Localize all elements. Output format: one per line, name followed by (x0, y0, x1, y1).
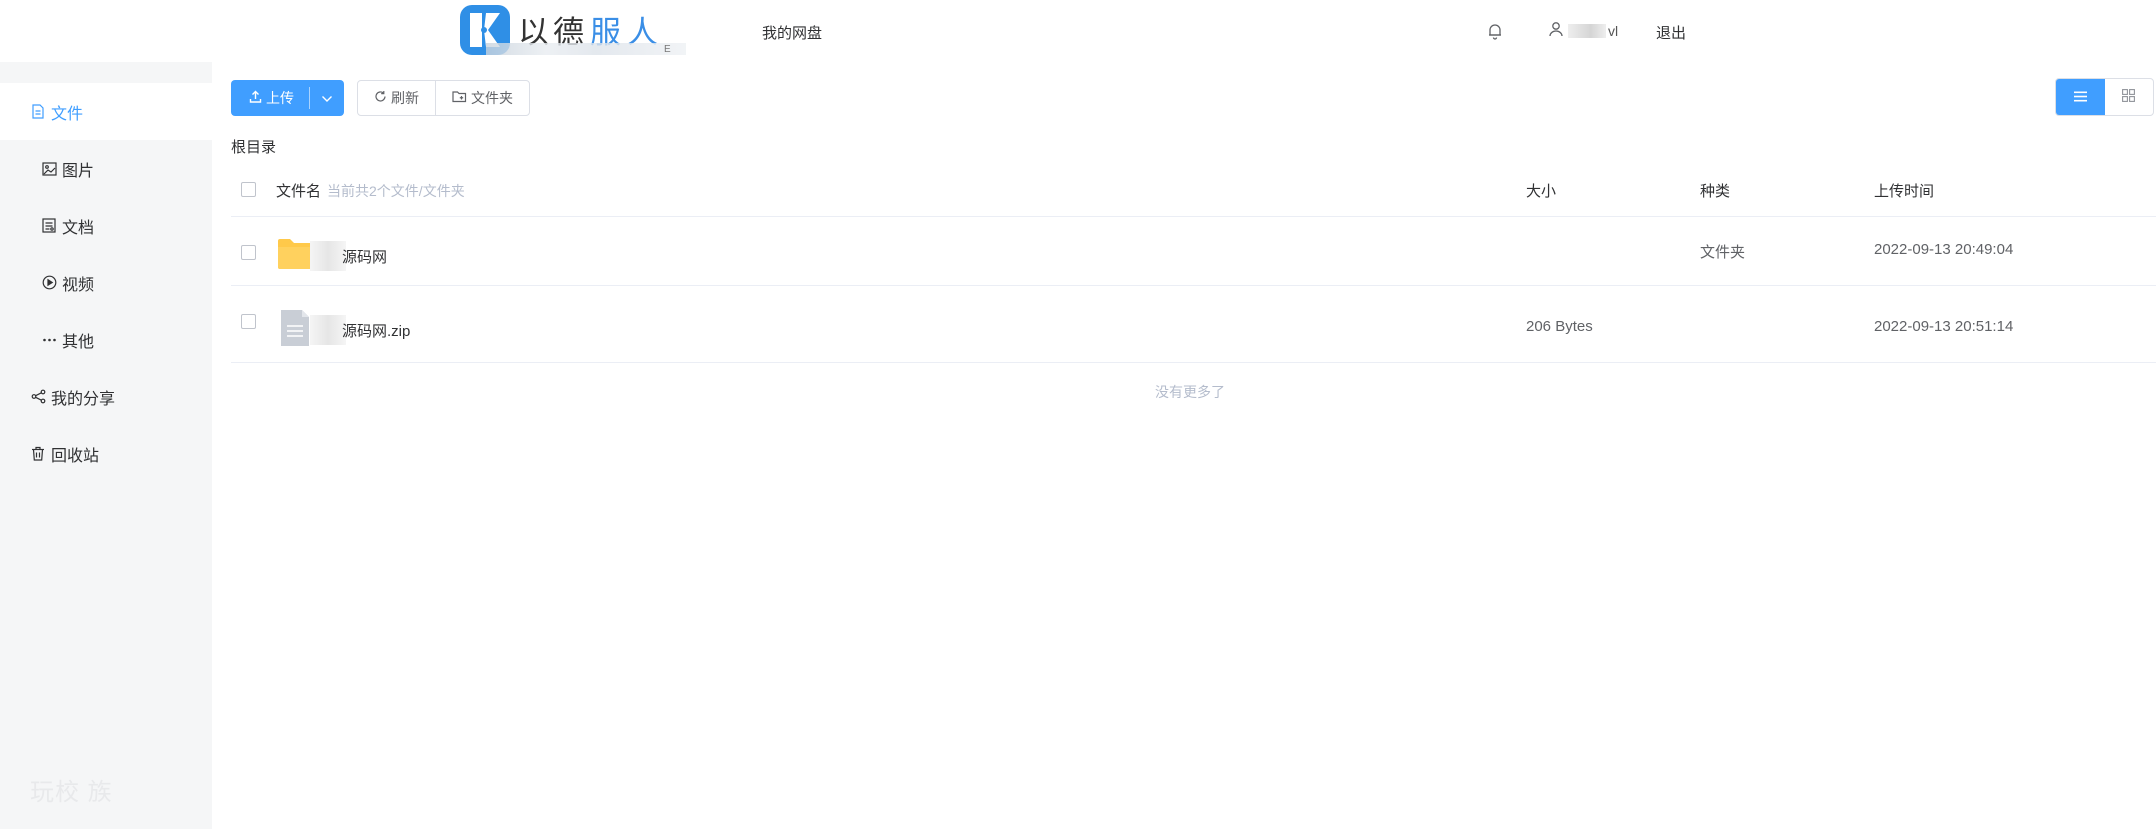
row-checkbox[interactable] (241, 245, 256, 260)
nav-my-netdisk[interactable]: 我的网盘 (762, 22, 822, 43)
file-zip-icon (276, 308, 314, 352)
sidebar-watermark: 玩校 族 (30, 779, 113, 806)
upload-main[interactable]: 上传 (231, 88, 309, 108)
sidebar-item-files[interactable]: 文件 (0, 83, 212, 140)
sidebar-item-my-share[interactable]: 我的分享 (0, 368, 212, 425)
upload-label: 上传 (266, 90, 294, 106)
file-icon (30, 104, 46, 120)
file-upload-time: 2022-09-13 20:49:04 (1874, 241, 2014, 258)
sidebar-item-recycle-bin[interactable]: 回收站 (0, 425, 212, 482)
file-name-redacted (310, 241, 346, 271)
sidebar-item-documents[interactable]: 文档 (0, 197, 212, 254)
user-menu[interactable]: vl (1548, 22, 1618, 40)
file-name: 源码网 (342, 248, 388, 266)
column-header-type[interactable]: 种类 (1700, 180, 1730, 201)
breadcrumb[interactable]: 根目录 (231, 136, 276, 157)
file-type: 文件夹 (1700, 244, 1746, 261)
refresh-button[interactable]: 刷新 (358, 81, 435, 115)
table-row[interactable]: 源码网 文件夹 2022-09-13 20:49:04 (231, 217, 2156, 286)
column-header-upload-time[interactable]: 上传时间 (1874, 180, 1934, 201)
trash-icon (30, 446, 46, 462)
file-name: 源码网.zip (342, 322, 411, 340)
file-name-cell[interactable]: 源码网.zip (276, 308, 410, 352)
view-mode-switch (2055, 78, 2154, 116)
grid-icon (2122, 88, 2136, 106)
sidebar-item-videos[interactable]: 视频 (0, 254, 212, 311)
folder-icon (276, 237, 314, 275)
list-icon (2073, 89, 2087, 106)
sidebar-item-images[interactable]: 图片 (0, 140, 212, 197)
sidebar-item-label: 视频 (62, 276, 95, 294)
video-icon (41, 275, 57, 291)
column-header-size[interactable]: 大小 (1526, 180, 1556, 201)
no-more-hint: 没有更多了 (1155, 384, 1225, 400)
list-view-button[interactable] (2056, 79, 2105, 115)
table-header: 文件名 当前共2个文件/文件夹 大小 种类 上传时间 (231, 162, 2156, 217)
sidebar-item-label: 文档 (62, 219, 95, 237)
image-icon (41, 161, 57, 177)
share-icon (30, 389, 46, 405)
sidebar-item-label: 图片 (62, 162, 95, 180)
bell-icon[interactable] (1486, 22, 1504, 40)
row-checkbox[interactable] (241, 314, 256, 329)
logo-subtitle-redacted (486, 43, 686, 55)
brand-logo[interactable]: 以德 服人 E (460, 3, 690, 57)
upload-button[interactable]: 上传 (231, 80, 344, 116)
new-folder-label: 文件夹 (471, 90, 513, 106)
file-name-cell[interactable]: 源码网 (276, 237, 387, 275)
refresh-label: 刷新 (391, 90, 419, 106)
username-tail: vl (1608, 23, 1619, 39)
logout-link[interactable]: 退出 (1656, 22, 1686, 43)
sidebar: 文件 图片 文档 视频 其他 我的分享 回收站 玩校 族 (0, 62, 212, 829)
logo-subtitle-tail: E (664, 44, 671, 55)
table-row[interactable]: 源码网.zip 206 Bytes 2022-09-13 20:51:14 (231, 294, 2156, 363)
refresh-icon (374, 90, 387, 106)
sidebar-item-label: 文件 (51, 105, 84, 123)
upload-icon (249, 90, 262, 106)
action-button-group: 刷新 文件夹 (357, 80, 530, 116)
sidebar-item-label: 回收站 (51, 447, 100, 465)
more-icon (41, 332, 57, 348)
sidebar-item-other[interactable]: 其他 (0, 311, 212, 368)
top-header: 以德 服人 E 我的网盘 vl 退出 (0, 0, 2156, 62)
column-name-label: 文件名 (276, 183, 322, 200)
username-redacted (1568, 24, 1606, 38)
select-all-checkbox[interactable] (241, 182, 256, 197)
folder-add-icon (452, 90, 467, 106)
new-folder-button[interactable]: 文件夹 (435, 81, 529, 115)
sidebar-item-label: 其他 (62, 333, 95, 351)
grid-view-button[interactable] (2105, 79, 2154, 115)
chevron-down-icon (321, 90, 333, 106)
file-size: 206 Bytes (1526, 318, 1593, 335)
upload-dropdown-toggle[interactable] (310, 90, 344, 106)
user-icon (1548, 21, 1564, 41)
file-count-hint: 当前共2个文件/文件夹 (327, 183, 465, 199)
sidebar-item-label: 我的分享 (51, 390, 116, 408)
column-header-name[interactable]: 文件名 当前共2个文件/文件夹 (276, 180, 465, 201)
file-name-redacted (310, 315, 346, 345)
file-upload-time: 2022-09-13 20:51:14 (1874, 318, 2014, 335)
document-icon (41, 218, 57, 234)
